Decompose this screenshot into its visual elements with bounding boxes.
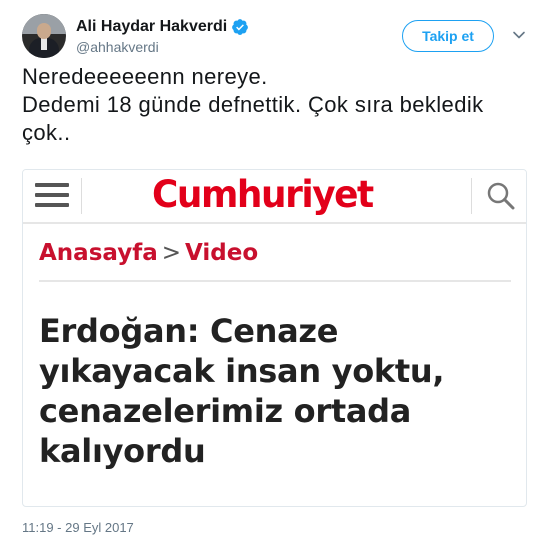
divider xyxy=(81,178,82,214)
headline-line: kalıyordu xyxy=(39,432,206,470)
site-header: Cumhuriyet xyxy=(23,170,526,224)
avatar[interactable] xyxy=(22,14,66,58)
headline-line: yıkayacak insan yoktu, xyxy=(39,352,445,390)
chevron-down-icon[interactable] xyxy=(512,28,526,42)
headline-line: cenazelerimiz ortada xyxy=(39,392,412,430)
breadcrumb-home: Anasayfa xyxy=(39,240,158,266)
tweet-text-line: Dedemi 18 günde defnettik. Çok sıra bekl… xyxy=(22,92,484,117)
article-headline: Erdoğan: Cenaze yıkayacak insan yoktu, c… xyxy=(39,311,517,471)
name-row[interactable]: Ali Haydar Hakverdi xyxy=(76,17,249,37)
search-icon xyxy=(487,182,515,210)
breadcrumb-separator: > xyxy=(161,240,181,266)
site-logo: Cumhuriyet xyxy=(152,173,374,216)
tweet-timestamp[interactable]: 11:19 - 29 Eyl 2017 xyxy=(22,520,134,535)
tweet-header: Ali Haydar Hakverdi @ahhakverdi Takip et xyxy=(22,14,527,60)
tweet-media-image[interactable]: Cumhuriyet Anasayfa > Video Erdoğan: Cenaz… xyxy=(22,169,527,507)
display-name[interactable]: Ali Haydar Hakverdi xyxy=(76,18,227,36)
tweet-text: Neredeeeeeenn nereye. Dedemi 18 günde de… xyxy=(22,63,537,147)
hamburger-menu-icon xyxy=(35,182,69,208)
divider xyxy=(39,280,511,282)
verified-badge-icon xyxy=(232,19,249,35)
breadcrumb: Anasayfa > Video xyxy=(39,240,258,266)
headline-line: Erdoğan: Cenaze xyxy=(39,312,339,350)
tweet-text-line: çok.. xyxy=(22,120,71,145)
follow-button[interactable]: Takip et xyxy=(402,20,494,52)
breadcrumb-video: Video xyxy=(185,240,259,266)
tweet-text-line: Neredeeeeeenn nereye. xyxy=(22,64,268,89)
divider xyxy=(471,178,472,214)
user-handle[interactable]: @ahhakverdi xyxy=(76,39,159,55)
